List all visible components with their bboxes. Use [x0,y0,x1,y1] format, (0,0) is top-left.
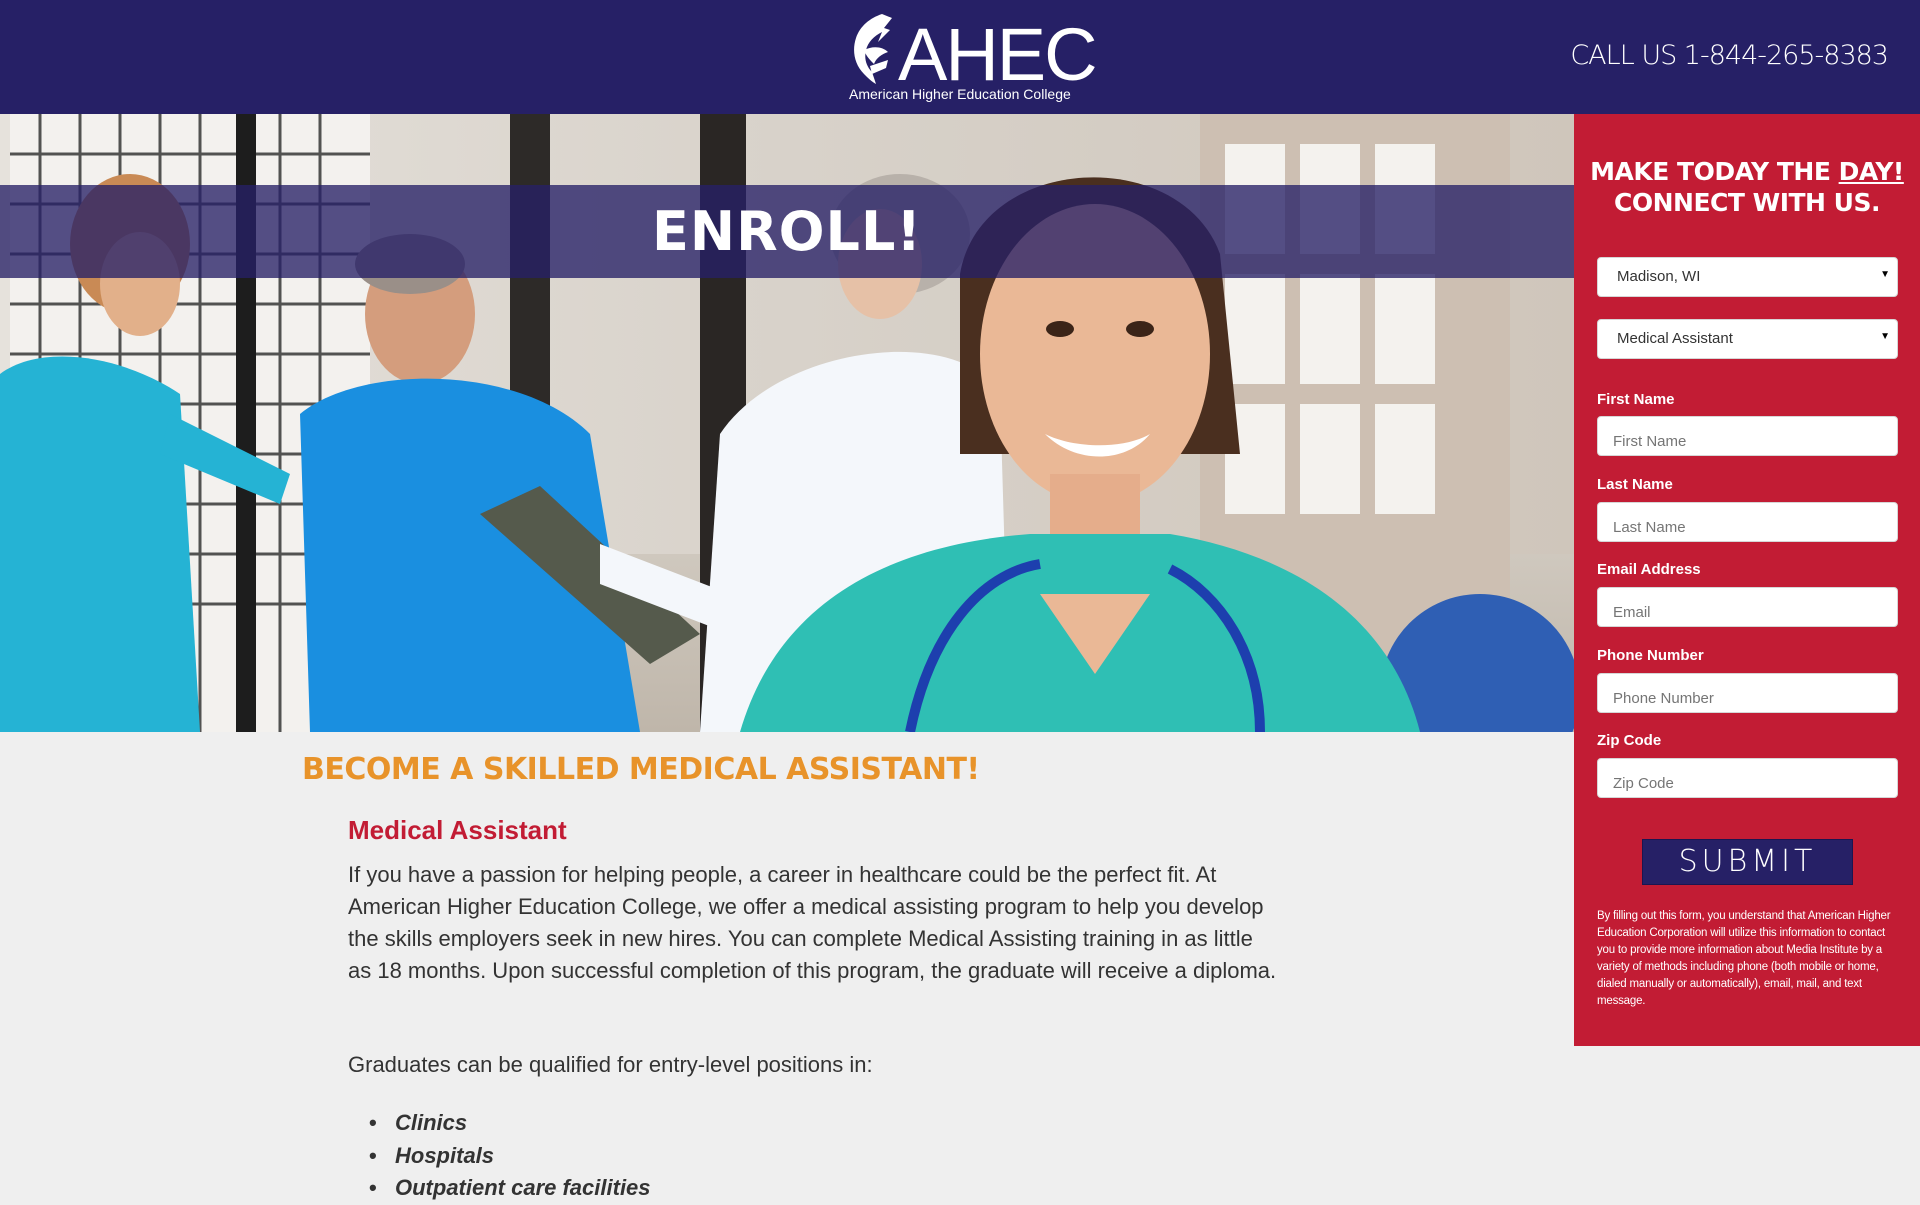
program-description: If you have a passion for helping people… [348,862,1277,983]
positions-list: Clinics Hospitals Outpatient care facili… [369,1107,651,1205]
phone-field[interactable] [1597,673,1898,713]
chevron-down-icon: ▼ [1880,269,1890,280]
hero-banner: ENROLL! [0,114,1574,732]
phone-label: Phone Number [1597,647,1704,664]
email-label: Email Address [1597,561,1701,578]
ahec-logo[interactable]: AHEC American Higher Education College [842,12,1098,106]
form-title-line1: MAKE TODAY THE [1590,157,1839,186]
zip-field[interactable] [1597,758,1898,798]
program-select-value: Medical Assistant [1617,330,1733,347]
list-item: Hospitals [369,1140,651,1173]
form-title-line2: CONNECT WITH US. [1614,188,1881,217]
page-headline: BECOME A SKILLED MEDICAL ASSISTANT! [302,752,980,787]
first-name-field[interactable] [1597,416,1898,456]
program-select[interactable]: Medical Assistant ▼ [1597,319,1898,359]
location-select[interactable]: Madison, WI ▼ [1597,257,1898,297]
submit-button[interactable]: SUBMIT [1642,839,1853,885]
logo-subtitle: American Higher Education College [849,86,1071,102]
logo-wordmark: AHEC [898,13,1098,96]
last-name-field[interactable] [1597,502,1898,542]
program-title: Medical Assistant [348,815,567,845]
lead-form: MAKE TODAY THE DAY! CONNECT WITH US. Mad… [1574,114,1920,1046]
form-disclaimer: By filling out this form, you understand… [1597,910,1891,1007]
list-item: Clinics [369,1107,651,1140]
chevron-down-icon: ▼ [1880,331,1890,342]
form-title-day: DAY! [1838,157,1905,186]
site-header: AHEC American Higher Education College C… [0,0,1920,114]
graduates-intro: Graduates can be qualified for entry-lev… [348,1052,873,1077]
last-name-label: Last Name [1597,476,1673,493]
form-title: MAKE TODAY THE DAY! CONNECT WITH US. [1574,156,1920,218]
location-select-value: Madison, WI [1617,268,1701,285]
call-us-phone[interactable]: CALL US 1-844-265-8383 [1570,40,1889,71]
enroll-heading: ENROLL! [651,200,922,263]
knight-helmet-icon [854,14,892,84]
zip-label: Zip Code [1597,732,1662,749]
first-name-label: First Name [1597,391,1675,408]
email-field[interactable] [1597,587,1898,627]
